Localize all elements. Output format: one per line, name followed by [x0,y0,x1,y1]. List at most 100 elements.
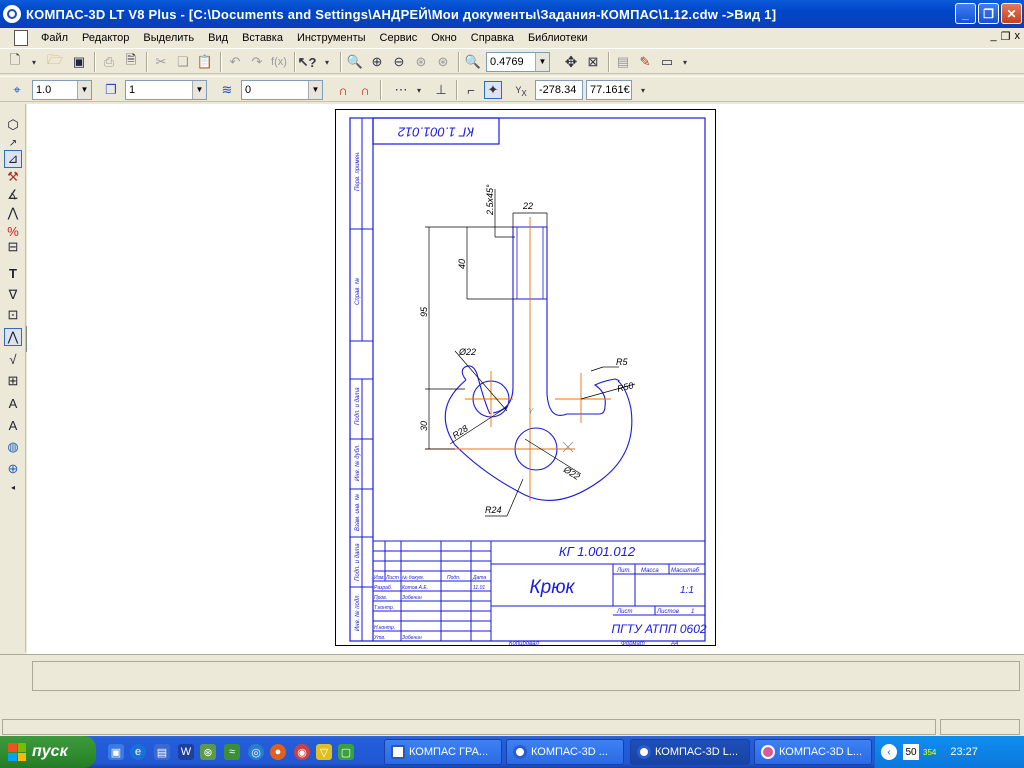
zoom-out-icon[interactable]: ⊖ [390,53,408,71]
dimensions-panel-icon[interactable]: ⊿ [4,150,22,168]
player-icon[interactable]: ◉ [294,744,310,760]
view-dropdown-icon[interactable]: ▼ [192,81,206,99]
mdi-close-button[interactable]: x [1015,30,1021,43]
winamp-icon[interactable]: ≈ [224,744,240,760]
menu-editor[interactable]: Редактор [75,28,136,48]
menu-service[interactable]: Сервис [373,28,425,48]
menu-window[interactable]: Окно [424,28,464,48]
layer-dropdown-icon[interactable]: ▼ [308,81,322,99]
zoom-next-icon[interactable]: ⊛ [434,53,452,71]
panel-icon[interactable]: ▭ [658,53,676,71]
zoom-previous-icon[interactable]: ⊛ [412,53,430,71]
cut-line-icon[interactable]: ◍ [4,438,22,456]
round-coords-icon[interactable]: ✦ [484,81,502,99]
grid-dropdown-icon[interactable]: ▾ [410,81,428,99]
tray-small-value[interactable]: 354 [923,748,936,757]
table-icon[interactable]: ⊞ [4,372,22,390]
snap-magnet-icon[interactable]: ∩ [334,81,352,99]
clock[interactable]: 23:27 [950,746,978,758]
hammer-icon[interactable]: ⚒ [4,168,22,186]
y-coordinate-field[interactable]: 77.161€ [586,80,632,100]
position-icon[interactable]: √ [4,350,22,368]
view-combo[interactable]: 1 ▼ [125,80,207,100]
desktop-icon[interactable]: ▣ [108,744,124,760]
cut-icon[interactable]: ✂ [152,53,170,71]
mdi-restore-button[interactable]: ❐ [1001,30,1011,43]
redo-icon[interactable]: ↷ [248,53,266,71]
task-button[interactable]: КОМПАС ГРА... [384,739,502,765]
menu-help[interactable]: Справка [464,28,521,48]
current-view-icon[interactable]: ❐ [102,81,120,99]
undo-icon[interactable]: ↶ [226,53,244,71]
daemon-icon[interactable]: ▽ [316,744,332,760]
zoom-dropdown-icon[interactable]: ▼ [535,53,549,71]
menu-view[interactable]: Вид [201,28,235,48]
roughness-icon[interactable]: ∇ [4,286,22,304]
layer-combo[interactable]: 0 ▼ [241,80,323,100]
print-icon[interactable]: ⎙ [100,53,118,71]
copy-icon[interactable]: ❏ [174,53,192,71]
help-dropdown-icon[interactable]: ▾ [318,53,336,71]
network-icon[interactable]: ⊛ [200,744,216,760]
property-panel-area[interactable] [32,661,1020,691]
menu-libraries[interactable]: Библиотеки [521,28,595,48]
menu-insert[interactable]: Вставка [235,28,290,48]
step-combo[interactable]: 1.0 ▼ [32,80,92,100]
leader-icon[interactable]: ⋀ [4,328,22,346]
help-pointer-icon[interactable]: ↖? [298,53,317,71]
new-document-icon[interactable]: 🗋 [6,52,24,71]
text-icon[interactable]: T [4,264,22,282]
coord-dropdown-icon[interactable]: ▾ [634,81,652,99]
geometry-icon[interactable]: ⬡ [4,116,22,134]
paste-icon[interactable]: 📋 [196,53,214,71]
grid-icon[interactable]: ⋯ [392,81,410,99]
mdi-minimize-button[interactable]: _ [991,30,997,43]
print-preview-icon[interactable]: 🗎 [122,52,140,71]
more-arrow-icon[interactable]: ◂ [4,478,22,496]
media-icon[interactable]: ● [270,744,286,760]
local-cs-icon[interactable]: ⊥ [432,81,450,99]
panel-dropdown-icon[interactable]: ▾ [676,53,694,71]
drawing-canvas[interactable]: Перв. примен. Справ. № Подп. и дата Инв.… [27,104,1024,654]
x-coordinate-field[interactable]: -278.34 [535,80,583,100]
ortho-icon[interactable]: ⌐ [462,81,480,99]
title-bar[interactable]: КОМПАС-3D LT V8 Plus - [C:\Documents and… [0,0,1024,28]
tray-chevron-icon[interactable]: ‹ [881,744,897,760]
cursor-step-icon[interactable]: ⌖ [8,81,26,99]
minimize-button[interactable]: _ [955,3,976,24]
associative-view-icon[interactable]: ⊟ [4,238,22,256]
show-all-icon[interactable]: ⊠ [584,53,602,71]
save-icon[interactable]: ▣ [70,53,88,71]
center-mark-icon[interactable]: ⊕ [4,460,22,478]
parametrization-icon[interactable]: ∡ [4,186,22,204]
properties-icon[interactable]: ▤ [614,53,632,71]
task-button[interactable]: КОМПАС-3D L... [754,739,872,765]
arrow-label-icon[interactable]: A [4,416,22,434]
maximize-button[interactable]: ❐ [978,3,999,24]
tray-number-icon[interactable]: 50 [903,744,919,760]
open-folder-icon[interactable]: 🗁 [46,52,64,71]
start-button[interactable]: пуск [0,736,96,768]
ie-icon[interactable]: e [130,744,146,760]
close-button[interactable]: ✕ [1001,3,1022,24]
menu-tools[interactable]: Инструменты [290,28,373,48]
search-icon[interactable]: ◎ [248,744,264,760]
task-button-active[interactable]: КОМПАС-3D L... [630,739,750,765]
text-align-icon[interactable]: A [4,394,22,412]
zoom-scale-icon[interactable]: 🔍 [464,53,482,71]
zoom-scale-combo[interactable]: 0.4769 ▼ [486,52,550,72]
local-snap-icon[interactable]: ∩ [356,81,374,99]
menu-file[interactable]: Файл [34,28,75,48]
step-dropdown-icon[interactable]: ▼ [77,81,91,99]
layers-icon[interactable]: ≋ [218,81,236,99]
explorer-icon[interactable]: ▤ [154,744,170,760]
zoom-window-icon[interactable]: 🔍 [346,53,364,71]
app-icon[interactable]: ▢ [338,744,354,760]
new-dropdown-icon[interactable]: ▾ [25,53,43,71]
draw-tool-icon[interactable]: ✎ [636,53,654,71]
function-icon[interactable]: f(x) [270,53,288,71]
menu-select[interactable]: Выделить [136,28,201,48]
zoom-in-icon[interactable]: ⊕ [368,53,386,71]
drawing-sheet[interactable]: Перв. примен. Справ. № Подп. и дата Инв.… [335,109,717,647]
base-icon[interactable]: ⊡ [4,306,22,324]
